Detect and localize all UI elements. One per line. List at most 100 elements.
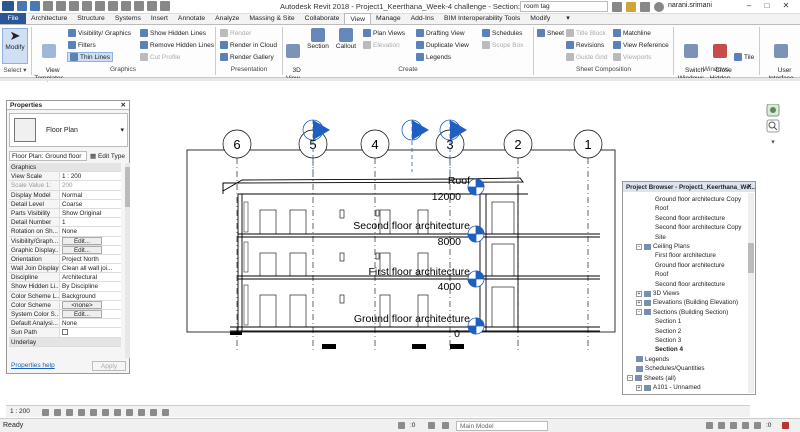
property-value[interactable]: Background bbox=[60, 291, 121, 300]
show-crop-icon[interactable] bbox=[102, 409, 109, 416]
drag-elements-icon[interactable] bbox=[754, 422, 761, 429]
cut-profile-button[interactable]: Cut Profile bbox=[140, 52, 180, 62]
browser-item[interactable]: Schedules/Quantities bbox=[636, 364, 705, 373]
user-name[interactable]: narani.srimani bbox=[668, 2, 712, 9]
collapse-icon[interactable]: − bbox=[636, 309, 642, 316]
browser-item[interactable]: Section 2 bbox=[655, 327, 681, 336]
property-edit-button[interactable]: Edit... bbox=[62, 236, 102, 245]
print-icon[interactable] bbox=[69, 1, 79, 11]
view-scale[interactable]: 1 : 200 bbox=[10, 408, 30, 415]
thin-lines-button[interactable]: Thin Lines bbox=[67, 52, 113, 62]
browser-item[interactable]: +3D Views bbox=[636, 289, 679, 298]
user-icon[interactable] bbox=[654, 2, 664, 12]
browser-item[interactable]: + A101 - Unnamed bbox=[636, 383, 701, 392]
analysis-icon[interactable] bbox=[150, 409, 157, 416]
tab-massing-site[interactable]: Massing & Site bbox=[244, 13, 299, 24]
close-button[interactable]: ✕ bbox=[779, 0, 793, 13]
select-underlay-icon[interactable] bbox=[718, 422, 725, 429]
browser-item[interactable]: + Elevations (Building Elevation) bbox=[636, 298, 738, 307]
section-icon[interactable] bbox=[121, 1, 131, 11]
property-value[interactable]: Normal bbox=[60, 190, 121, 199]
lock-3d-icon[interactable] bbox=[114, 409, 121, 416]
matchline-button[interactable]: Matchline bbox=[613, 28, 651, 38]
chevron-down-icon[interactable]: ▾ bbox=[120, 126, 124, 134]
render-gallery-button[interactable]: Render Gallery bbox=[220, 52, 274, 62]
show-hidden-lines-button[interactable]: Show Hidden Lines bbox=[140, 28, 206, 38]
revit-logo-icon[interactable] bbox=[2, 1, 14, 11]
detail-level-icon[interactable] bbox=[42, 409, 49, 416]
tab-modify[interactable]: Modify bbox=[525, 13, 555, 24]
close-icon[interactable]: ✕ bbox=[121, 101, 126, 109]
property-row[interactable]: Underlay bbox=[9, 337, 121, 347]
level-name-roof[interactable]: Roof bbox=[448, 175, 470, 187]
properties-scrollbar[interactable] bbox=[125, 163, 130, 358]
property-value[interactable]: 1 bbox=[60, 218, 121, 227]
legends-button[interactable]: Legends bbox=[416, 52, 451, 62]
section-button[interactable]: Section bbox=[305, 28, 331, 51]
properties-help-link[interactable]: Properties help bbox=[11, 362, 55, 369]
crop-view-icon[interactable] bbox=[90, 409, 97, 416]
visual-style-icon[interactable] bbox=[54, 409, 61, 416]
sun-path-checkbox[interactable] bbox=[62, 329, 68, 336]
render-in-cloud-button[interactable]: Render in Cloud bbox=[220, 40, 277, 50]
browser-item[interactable]: Section 1 bbox=[655, 317, 681, 326]
type-selector[interactable]: Floor Plan ▾ bbox=[9, 113, 128, 147]
title-block-button[interactable]: Title Block bbox=[566, 28, 606, 38]
level-name-ground[interactable]: Ground floor architecture bbox=[354, 313, 470, 325]
minimize-button[interactable]: – bbox=[742, 0, 756, 13]
crop-region[interactable] bbox=[186, 149, 616, 333]
scrollbar-thumb[interactable] bbox=[748, 243, 754, 273]
text-icon[interactable] bbox=[95, 1, 105, 11]
browser-item[interactable]: Second floor architecture bbox=[655, 280, 725, 289]
property-value[interactable]: By Discipline bbox=[60, 282, 121, 291]
plan-views-button[interactable]: Plan Views bbox=[363, 28, 405, 38]
browser-item[interactable]: Site bbox=[655, 233, 666, 242]
duplicate-view-button[interactable]: Duplicate View bbox=[416, 40, 469, 50]
browser-item[interactable]: − Ceiling Plans bbox=[636, 242, 690, 251]
instance-dropdown[interactable]: Floor Plan: Ground floor bbox=[9, 151, 87, 161]
expand-icon[interactable]: + bbox=[636, 299, 642, 306]
user-interface-button[interactable]: User Interface bbox=[763, 28, 799, 91]
scope-box-button[interactable]: Scope Box bbox=[482, 40, 523, 50]
filters-button[interactable]: Filters bbox=[68, 40, 96, 50]
sheet-button[interactable]: Sheet bbox=[537, 28, 564, 38]
edit-type-button[interactable]: ▦ Edit Type bbox=[90, 152, 125, 160]
subscription-icon[interactable] bbox=[626, 2, 636, 12]
close-hidden-icon[interactable] bbox=[147, 1, 157, 11]
close-icon[interactable]: ✕ bbox=[747, 183, 752, 190]
callout-button[interactable]: Callout bbox=[333, 28, 359, 51]
property-edit-button[interactable]: Edit... bbox=[62, 310, 102, 318]
remove-hidden-lines-button[interactable]: Remove Hidden Lines bbox=[140, 40, 214, 50]
tab-file[interactable]: File bbox=[0, 13, 26, 24]
property-row[interactable]: Graphics bbox=[9, 163, 121, 173]
visibility-graphics-button[interactable]: Visibility/ Graphics bbox=[68, 28, 131, 38]
comm-icon[interactable] bbox=[640, 2, 650, 12]
browser-item[interactable]: Second floor architecture bbox=[655, 214, 725, 223]
property-value[interactable]: Architectural bbox=[60, 273, 121, 282]
binoculars-icon[interactable] bbox=[612, 2, 622, 12]
property-value[interactable]: Project North bbox=[60, 254, 121, 264]
property-value[interactable]: <none> bbox=[60, 300, 121, 309]
select-by-face-icon[interactable] bbox=[742, 422, 749, 429]
guide-grid-button[interactable]: Guide Grid bbox=[566, 52, 607, 62]
property-value[interactable]: None bbox=[60, 319, 121, 328]
apply-button[interactable]: Apply bbox=[92, 361, 126, 371]
tab-add-ins[interactable]: Add-Ins bbox=[406, 13, 439, 24]
tab-view[interactable]: View bbox=[344, 13, 372, 24]
browser-item[interactable]: Legends bbox=[636, 355, 669, 364]
design-options-icon[interactable] bbox=[428, 422, 435, 429]
switch-windows-icon[interactable] bbox=[160, 1, 170, 11]
shadows-icon[interactable] bbox=[78, 409, 85, 416]
browser-item[interactable]: − Sections (Building Section) bbox=[636, 308, 728, 317]
browser-item[interactable]: Ground floor architecture bbox=[655, 261, 725, 270]
browser-item[interactable]: Second floor architecture Copy bbox=[655, 223, 741, 232]
view-templates-button[interactable]: View Templates bbox=[33, 28, 65, 91]
model-selector[interactable]: Main Model bbox=[456, 421, 548, 431]
select-dropdown[interactable]: Select ▾ bbox=[2, 66, 28, 74]
editing-requests-icon[interactable] bbox=[442, 422, 449, 429]
tab-architecture[interactable]: Architecture bbox=[26, 13, 72, 24]
filter-icon[interactable] bbox=[782, 422, 789, 429]
browser-scrollbar[interactable] bbox=[748, 193, 754, 393]
tab-systems[interactable]: Systems bbox=[110, 13, 146, 24]
thin-lines-icon[interactable] bbox=[134, 1, 144, 11]
